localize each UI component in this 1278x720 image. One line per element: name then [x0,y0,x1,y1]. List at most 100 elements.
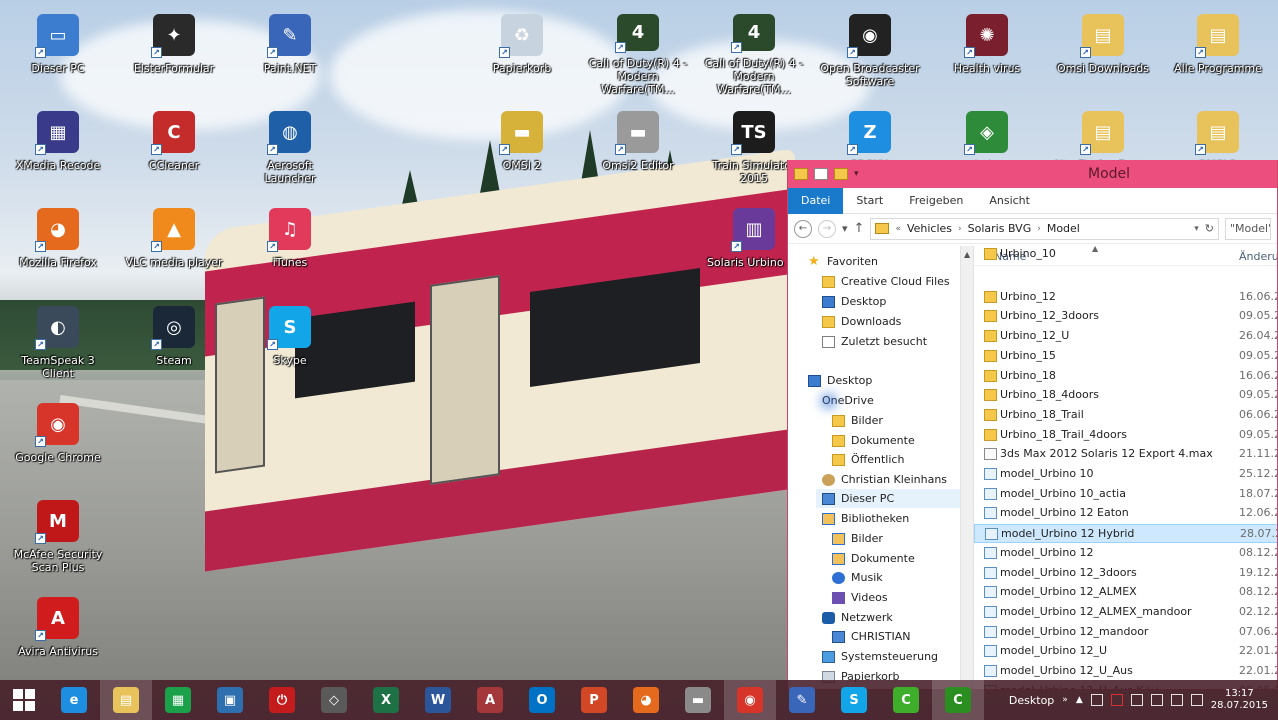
battery-icon[interactable] [1150,694,1163,706]
desktop-shortcut[interactable]: ♻ ↗ Papierkorb [472,6,572,96]
file-row[interactable]: model_Urbino 12_3doors 19.12.2 [974,564,1277,583]
taskbar-button[interactable]: C [932,680,984,720]
up-arrow-icon[interactable]: ↑ [854,221,865,236]
chevron-down-icon[interactable]: ▾ [854,169,859,179]
desktop-shortcut[interactable]: ◕ ↗ Mozilla Firefox [8,200,108,290]
breadcrumb-model[interactable]: Model [1047,222,1080,235]
file-row[interactable]: Urbino_18_Trail 06.06.2 [974,406,1277,425]
search-input[interactable]: "Model" [1225,217,1271,240]
desktop-shortcut[interactable]: ▦ ↗ XMedia Recode [8,103,108,193]
file-row[interactable]: Urbino_18_4doors 09.05.2 [974,386,1277,405]
network-icon[interactable] [1130,694,1143,706]
tray-overflow-icon[interactable]: ▲ [1076,695,1083,705]
desktop-shortcut[interactable]: C ↗ CCleaner [124,103,224,193]
breadcrumb-separator-icon[interactable]: › [1037,224,1041,234]
desktop-shortcut[interactable]: S ↗ Skype [240,298,340,388]
clock[interactable]: 13:17 28.07.2015 [1211,688,1268,712]
file-row[interactable]: model_Urbino 12_U 22.01.2 [974,642,1277,661]
window-titlebar[interactable]: ▾ Model [788,160,1277,188]
new-folder-icon[interactable] [834,168,848,180]
nav-item[interactable]: Netzwerk [816,608,960,627]
taskbar-button[interactable]: ◇ [308,680,360,720]
file-row[interactable]: 3ds Max 2012 Solaris 12 Export 4.max 21.1… [974,445,1277,464]
taskbar-button[interactable]: A [464,680,516,720]
file-row[interactable]: model_Urbino 12_ALMEX 08.12.2 [974,583,1277,602]
nav-item[interactable]: Zuletzt besucht [816,332,960,351]
nav-item[interactable]: Desktop [816,292,960,311]
file-row[interactable]: Urbino_18_Trail_4doors 09.05.2 [974,426,1277,445]
file-row[interactable]: Urbino_10 [974,247,1277,264]
desktop-shortcut[interactable]: A ↗ Avira Antivirus [8,589,108,679]
desktop-shortcut[interactable]: ▬ ↗ OMSI 2 [472,103,572,193]
desktop-shortcut[interactable]: ▤ ↗ Omsi Downloads [1053,6,1153,96]
breadcrumb-vehicles[interactable]: Vehicles [907,222,952,235]
desktop-toolbar-chevron-icon[interactable]: » [1062,695,1068,705]
file-row[interactable]: Urbino_12 16.06.2 [974,288,1277,307]
taskbar-button[interactable]: ▦ [152,680,204,720]
taskbar-button[interactable]: C [880,680,932,720]
taskbar-button[interactable]: ✎ [776,680,828,720]
taskbar-button[interactable]: ▬ [672,680,724,720]
taskbar-button[interactable]: W [412,680,464,720]
forward-button[interactable]: → [818,219,836,238]
taskbar-button[interactable]: O [516,680,568,720]
desktop-toolbar-label[interactable]: Desktop [1009,694,1054,707]
breadcrumb-separator-icon[interactable]: › [958,224,962,234]
nav-item[interactable]: CHRISTIAN [826,627,960,646]
nav-item[interactable]: Desktop [802,371,960,390]
file-row[interactable]: Urbino_18 16.06.2 [974,367,1277,386]
nav-item[interactable]: Downloads [816,312,960,331]
taskbar-button[interactable]: X [360,680,412,720]
file-row[interactable]: model_Urbino 12_ALMEX_mandoor 02.12.2 [974,603,1277,622]
nav-item[interactable]: Musik [826,568,960,587]
desktop-shortcut[interactable]: ✎ ↗ Paint.NET [240,6,340,96]
nav-item[interactable]: Dokumente [826,431,960,450]
taskbar-button[interactable]: ⏻ [256,680,308,720]
desktop-shortcut[interactable]: 4 ↗ Call of Duty(R) 4 - Modern Warfare(TM.… [588,6,688,96]
taskbar-button[interactable]: P [568,680,620,720]
nav-item[interactable]: Creative Cloud Files [816,272,960,291]
nav-item[interactable]: ★ Favoriten [802,252,960,271]
desktop-shortcut[interactable]: ▤ ↗ Alle Programme [1168,6,1268,96]
nav-item[interactable]: Bibliotheken [816,509,960,528]
nav-item[interactable]: Christian Kleinhans [816,470,960,489]
desktop-shortcut[interactable]: ✦ ↗ ElsterFormular [124,6,224,96]
nav-item[interactable]: OneDrive [816,391,960,410]
address-bar[interactable]: « Vehicles › Solaris BVG › Model ▾ ↻ [870,217,1219,240]
nav-item[interactable]: Bilder [826,529,960,548]
file-row[interactable]: model_Urbino 10_actia 18.07.2 [974,485,1277,504]
file-row[interactable]: model_Urbino 10 25.12.2 [974,465,1277,484]
breadcrumb-solaris-bvg[interactable]: Solaris BVG [968,222,1032,235]
properties-icon[interactable] [814,168,828,180]
taskbar-button[interactable]: ▤ [100,680,152,720]
taskbar-button[interactable]: e [48,680,100,720]
desktop-shortcut[interactable]: ✺ ↗ Health virus [937,6,1037,96]
file-row[interactable]: Urbino_15 09.05.2 [974,347,1277,366]
desktop-shortcut[interactable]: ◉ ↗ Google Chrome [8,395,108,485]
desktop-shortcut[interactable]: ▬ ↗ Omsi2 Editor [588,103,688,193]
file-row[interactable]: model_Urbino 12 Hybrid 28.07.2 [974,524,1277,544]
nav-item[interactable]: Bilder [826,411,960,430]
bluetooth-icon[interactable] [1170,694,1183,706]
taskbar-button[interactable]: ▣ [204,680,256,720]
tab-freigeben[interactable]: Freigeben [896,188,976,214]
taskbar-button[interactable]: S [828,680,880,720]
file-row[interactable]: Urbino_12_3doors 09.05.2 [974,307,1277,326]
tab-datei[interactable]: Datei [788,187,844,214]
desktop-shortcut[interactable]: ▲ ↗ VLC media player [124,200,224,290]
taskbar-button[interactable]: ◕ [620,680,672,720]
nav-item[interactable]: Videos [826,588,960,607]
nav-item[interactable]: Dieser PC [816,489,960,508]
desktop-shortcut[interactable]: ◐ ↗ TeamSpeak 3 Client [8,298,108,388]
taskbar-button[interactable]: ◉ [724,680,776,720]
volume-icon[interactable] [1190,694,1203,706]
file-explorer-window[interactable]: ▾ Model Datei Start Freigeben Ansicht ← … [787,160,1278,690]
recent-locations-chevron-icon[interactable]: ▾ [842,222,848,235]
file-row[interactable]: model_Urbino 12_mandoor 07.06.2 [974,623,1277,642]
desktop-shortcut[interactable]: 4 ↗ Call of Duty(R) 4 - Modern Warfare(TM.… [704,6,804,96]
navigation-pane-scrollbar[interactable]: ▲ [960,246,974,689]
file-row[interactable]: model_Urbino 12 Eaton 12.06.2 [974,504,1277,523]
scroll-up-icon[interactable]: ▲ [964,250,970,259]
start-button[interactable] [0,680,48,720]
desktop-shortcut[interactable]: ◎ ↗ Steam [124,298,224,388]
